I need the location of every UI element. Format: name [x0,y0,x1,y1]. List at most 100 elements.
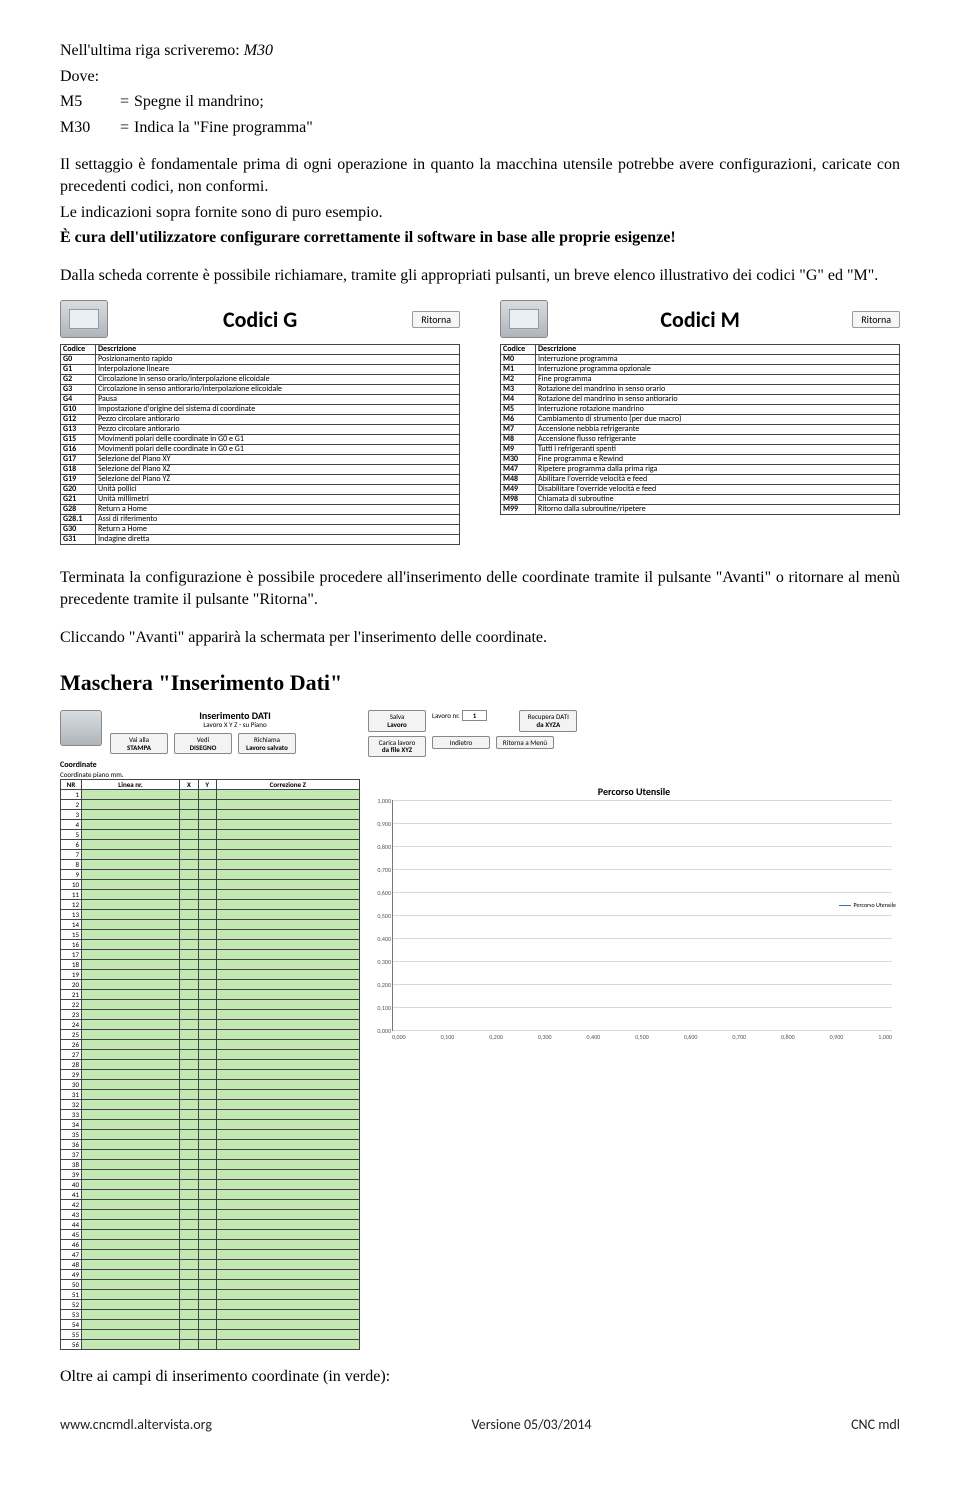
table-row: 15 [61,930,360,940]
salva-button[interactable]: SalvaLavoro [368,710,426,731]
ritorna-menu-button[interactable]: Ritorna a Menù [496,736,554,750]
recupera-button[interactable]: Recupera DATIda XYZA [519,710,577,731]
table-row: 43 [61,1210,360,1220]
table-row: 45 [61,1230,360,1240]
table-row: 35 [61,1130,360,1140]
table-row: 13 [61,910,360,920]
table-row: 25 [61,1030,360,1040]
table-row: 21 [61,990,360,1000]
table-row: G3Circolazione in senso antiorario/inter… [61,385,460,395]
carica-button[interactable]: Carica lavoroda file XYZ [368,736,426,757]
table-row: M2Fine programma [501,375,900,385]
table-row: G18Selezione del Piano XZ [61,465,460,475]
table-row: G31Indagine diretta [61,535,460,545]
table-row: 48 [61,1260,360,1270]
table-row: M6Cambiamento di strumento (per due macr… [501,415,900,425]
table-row: M0Interruzione programma [501,355,900,365]
table-row: M7Accensione nebbia refrigerante [501,425,900,435]
chart-xaxis: 0,0000,1000,2000,3000,4000,5000,6000,700… [392,1033,892,1041]
table-row: 19 [61,970,360,980]
table-row: M1Interruzione programma opzionale [501,365,900,375]
table-row: 5 [61,830,360,840]
inserimento-dati-screenshot: Inserimento DATI Lavoro X Y Z - su Piano… [60,710,900,1350]
codici-g-title: Codici G [126,306,394,333]
para-scheda: Dalla scheda corrente è possibile richia… [60,265,900,287]
stampa-button[interactable]: Vai allaSTAMPA [110,733,168,754]
table-row: 29 [61,1070,360,1080]
table-row: M98Chiamata di subroutine [501,495,900,505]
table-row: 42 [61,1200,360,1210]
table-row: M5Interruzione rotazione mandrino [501,405,900,415]
chart-title: Percorso Utensile [368,785,900,798]
table-row: G20Unità pollici [61,485,460,495]
table-row: 47 [61,1250,360,1260]
def-text: Indica la "Fine programma" [134,117,313,139]
footer-left: www.cncmdl.altervista.org [60,1416,212,1433]
def-eq: = [120,91,134,113]
table-row: M49Disabilitare l'override velocità e fe… [501,485,900,495]
cnc-icon [60,300,108,338]
cnc-icon [60,710,102,746]
table-row: 30 [61,1080,360,1090]
table-row: M47Ripetere programma dalla prima riga [501,465,900,475]
table-row: 24 [61,1020,360,1030]
ritorna-button-m[interactable]: Ritorna [852,311,900,328]
table-row: 7 [61,850,360,860]
line-part-a: Nell'ultima riga scriveremo: [60,42,244,59]
para-indicazioni: Le indicazioni sopra fornite sono di pur… [60,202,900,224]
line-ultima-riga: Nell'ultima riga scriveremo: M30 [60,40,900,62]
table-row: G10Impostazione d'origine del sistema di… [61,405,460,415]
def-eq: = [120,117,134,139]
table-row: 37 [61,1150,360,1160]
def-text: Spegne il mandrino; [134,91,264,113]
table-row: G28.1Assi di riferimento [61,515,460,525]
table-row: 44 [61,1220,360,1230]
table-row: 2 [61,800,360,810]
para-terminata: Terminata la configurazione è possibile … [60,567,900,610]
table-row: 31 [61,1090,360,1100]
table-row: 56 [61,1340,360,1350]
para-cura: È cura dell'utilizzatore configurare cor… [60,227,900,249]
table-row: G4Pausa [61,395,460,405]
table-row: 34 [61,1120,360,1130]
coordinate-label: Coordinate [60,760,360,770]
def-code: M5 [60,91,120,113]
table-row: G12Pezzo circolare antiorario [61,415,460,425]
table-row: G30Return a Home [61,525,460,535]
lavoro-nr: Lavoro nr. 1 [432,710,487,721]
table-row: G21Unità millimetri [61,495,460,505]
coordinate-table: NRLinea nr.XYCorrezione Z123456789101112… [60,779,360,1350]
table-row: M9Tutti i refrigeranti spenti [501,445,900,455]
table-row: 16 [61,940,360,950]
table-row: G17Selezione del Piano XY [61,455,460,465]
ins-subtitle: Lavoro X Y Z - su Piano [110,721,360,729]
table-row: 28 [61,1060,360,1070]
codici-g-panel: Codici G Ritorna CodiceDescrizioneG0Posi… [60,300,460,545]
lavoro-nr-value: 1 [462,710,488,721]
table-row: M3Rotazione del mandrino in senso orario [501,385,900,395]
table-row: 53 [61,1310,360,1320]
table-row: 6 [61,840,360,850]
table-row: 27 [61,1050,360,1060]
table-row: M48Abilitare l'override velocità e feed [501,475,900,485]
percorso-chart: Percorso Utensile Percorso Utensile 0,00… [368,785,900,1041]
def-row: M5=Spegne il mandrino; [60,91,900,113]
codici-m-panel: Codici M Ritorna CodiceDescrizioneM0Inte… [500,300,900,545]
codici-g-table: CodiceDescrizioneG0Posizionamento rapido… [60,344,460,545]
codici-m-table: CodiceDescrizioneM0Interruzione programm… [500,344,900,515]
def-row: M30=Indica la "Fine programma" [60,117,900,139]
table-row: 22 [61,1000,360,1010]
indietro-button[interactable]: Indietro [432,736,490,750]
ritorna-button-g[interactable]: Ritorna [412,311,460,328]
table-row: 38 [61,1160,360,1170]
footer-center: Versione 05/03/2014 [472,1416,592,1433]
table-row: 51 [61,1290,360,1300]
table-row: 41 [61,1190,360,1200]
table-row: 10 [61,880,360,890]
table-row: 39 [61,1170,360,1180]
table-row: 32 [61,1100,360,1110]
table-row: 23 [61,1010,360,1020]
table-row: G19Selezione del Piano YZ [61,475,460,485]
richiama-button[interactable]: RichiamaLavoro salvato [238,733,296,754]
disegno-button[interactable]: VediDISEGNO [174,733,232,754]
